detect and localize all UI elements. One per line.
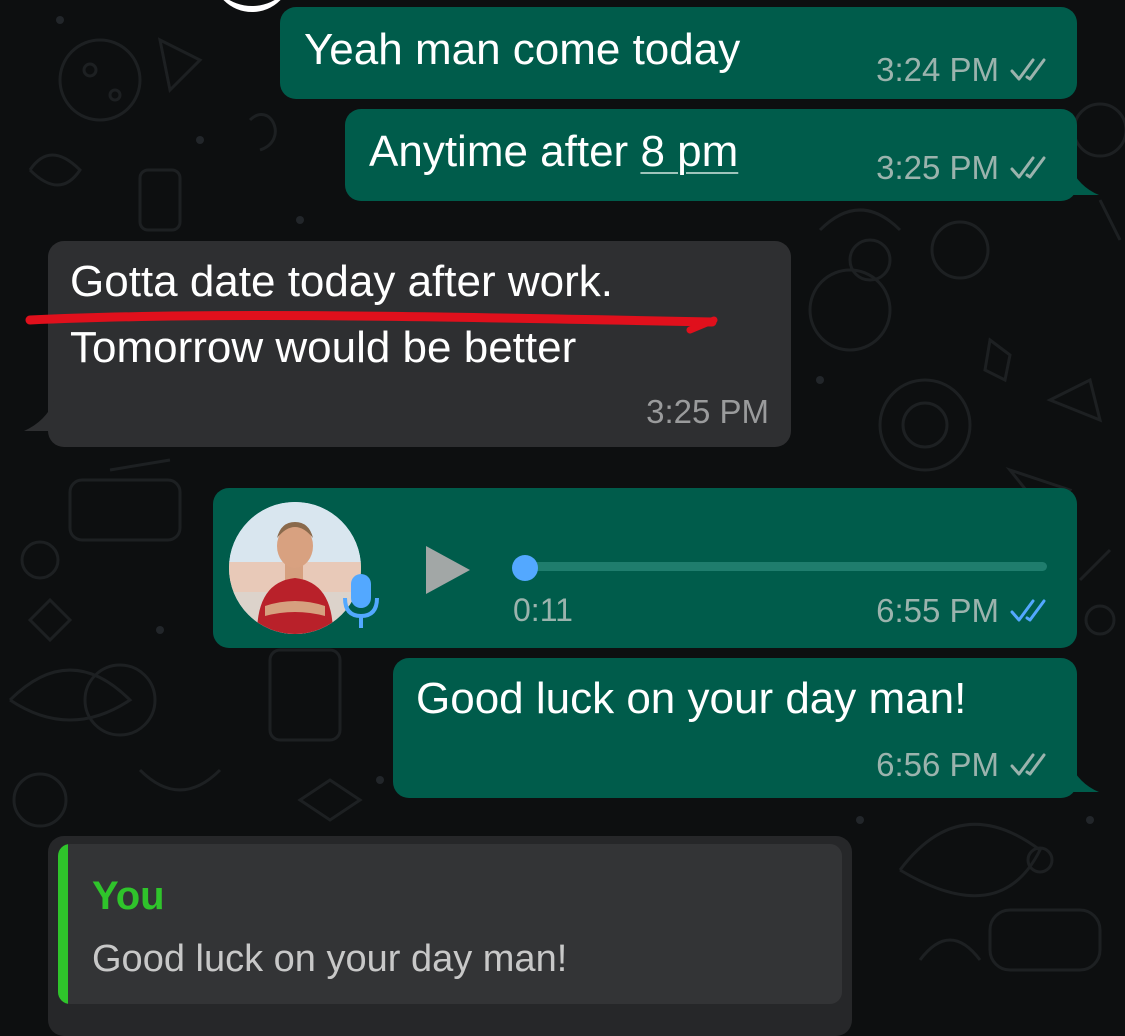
bubble-tail xyxy=(24,401,54,431)
message-text: Good luck on your day man! xyxy=(416,674,967,723)
message-meta: 3:25 PM xyxy=(646,393,769,431)
quote-accent-bar xyxy=(58,844,68,1004)
quote-text: Good luck on your day man! xyxy=(92,938,568,980)
message-meta: 6:55 PM xyxy=(876,592,1055,630)
quote-author: You xyxy=(92,874,165,918)
voice-progress-track[interactable] xyxy=(513,562,1047,571)
message-time: 6:56 PM xyxy=(876,746,999,783)
message-meta: 6:56 PM xyxy=(876,746,1055,784)
message-time: 6:55 PM xyxy=(876,592,999,629)
message-bubble-outgoing[interactable]: Yeah man come today 3:24 PM xyxy=(280,7,1077,99)
double-check-icon xyxy=(1010,753,1046,776)
time-link[interactable]: 8 pm xyxy=(640,127,738,176)
message-time: 3:24 PM xyxy=(876,51,999,88)
voice-message-bubble[interactable]: 0:11 6:55 PM xyxy=(213,488,1077,648)
double-check-icon xyxy=(1010,58,1046,81)
message-text-part: Anytime after xyxy=(369,127,641,176)
reply-composer[interactable]: You Good luck on your day man! xyxy=(48,836,852,1036)
bubble-tail xyxy=(1069,165,1099,195)
message-bubble-incoming[interactable]: Gotta date today after work. Tomorrow wo… xyxy=(24,241,791,447)
message-bubble-outgoing[interactable]: Good luck on your day man! 6:56 PM xyxy=(393,658,1099,798)
message-text: Anytime after 8 pm xyxy=(369,127,738,177)
double-check-read-icon xyxy=(1010,599,1046,622)
message-time: 3:25 PM xyxy=(646,393,769,430)
voice-duration: 0:11 xyxy=(513,592,573,628)
message-text: Yeah man come today xyxy=(304,25,741,74)
microphone-icon xyxy=(343,574,379,628)
message-meta: 3:24 PM xyxy=(876,51,1055,89)
message-bubble-outgoing[interactable]: Anytime after 8 pm 3:25 PM xyxy=(345,109,1099,201)
quoted-message[interactable]: You Good luck on your day man! xyxy=(58,844,842,1004)
voice-progress-knob[interactable] xyxy=(512,555,538,581)
double-check-icon xyxy=(1010,156,1046,179)
message-meta: 3:25 PM xyxy=(876,149,1055,187)
bubble-tail xyxy=(1069,762,1099,792)
message-time: 3:25 PM xyxy=(876,149,999,186)
red-underline-annotation xyxy=(25,311,718,334)
play-icon[interactable] xyxy=(418,542,474,598)
